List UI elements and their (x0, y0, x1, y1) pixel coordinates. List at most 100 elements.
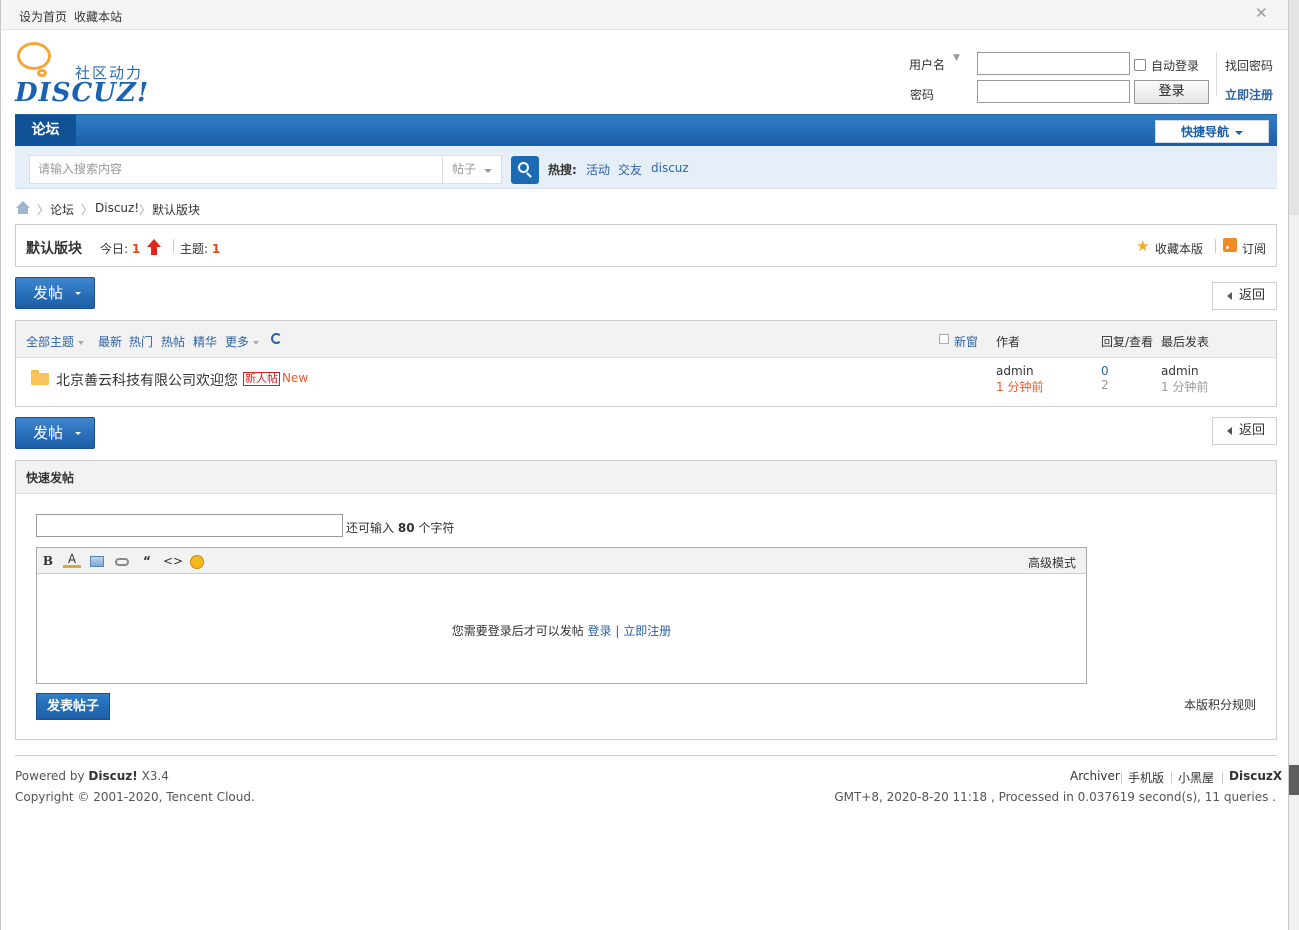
editor-toolbar: B A “ <> 高级模式 (37, 548, 1086, 574)
editor-login-link[interactable]: 登录 (588, 624, 612, 638)
top-toolbar: 设为首页 收藏本站 ✕ (1, 0, 1288, 30)
footer-divider (15, 755, 1277, 756)
favorite-forum-link[interactable]: 收藏本版 (1155, 240, 1203, 257)
quick-nav-button[interactable]: 快捷导航 (1155, 120, 1269, 143)
new-window-label[interactable]: 新窗 (954, 333, 978, 350)
password-label: 密码 (910, 88, 935, 102)
view-count: 2 (1101, 378, 1109, 392)
subscribe-link[interactable]: 订阅 (1242, 240, 1266, 257)
search-input[interactable]: 请输入搜索内容 (29, 155, 443, 184)
nav-item-forum[interactable]: 论坛 (15, 115, 76, 146)
quick-post-panel: 快速发帖 还可输入 80 个字符 B A “ <> 高级模式 您需要登录后才可以… (15, 460, 1277, 740)
back-button[interactable]: 返回 (1212, 417, 1277, 445)
search-button[interactable] (511, 156, 539, 184)
footer-link-blacklist[interactable]: 小黑屋 (1178, 769, 1214, 786)
submit-post-button[interactable]: 发表帖子 (36, 693, 110, 720)
powered-brand[interactable]: Discuz! (88, 769, 137, 783)
image-icon (90, 556, 104, 567)
speech-bubble-icon (17, 42, 51, 70)
scrollbar[interactable] (1289, 0, 1299, 930)
new-post-label: 发帖 (33, 284, 64, 302)
filter-hot[interactable]: 热帖 (161, 333, 185, 350)
credit-rules-link[interactable]: 本版积分规则 (1184, 696, 1256, 713)
reply-count[interactable]: 0 (1101, 364, 1109, 378)
image-button[interactable] (88, 552, 106, 570)
smiley-icon (190, 554, 204, 569)
search-type-select[interactable]: 帖子 (442, 155, 502, 184)
filter-popular[interactable]: 热门 (129, 333, 153, 350)
divider (173, 239, 174, 253)
login-button[interactable]: 登录 (1134, 80, 1209, 104)
chevron-left-icon (1227, 292, 1232, 300)
browser-page: 设为首页 收藏本站 ✕ 社区动力 DISCUZ! 用户名 ▼ 自动登录 找回密码… (0, 0, 1289, 930)
quote-button[interactable]: “ (138, 552, 156, 570)
home-icon[interactable] (15, 201, 31, 215)
powered-prefix: Powered by (15, 769, 85, 783)
star-icon[interactable]: ★ (1136, 237, 1149, 255)
hot-term[interactable]: 活动 (586, 161, 610, 178)
filter-more[interactable]: 更多 (225, 333, 260, 350)
main-nav: 论坛 快捷导航 (15, 114, 1277, 146)
advanced-mode-link[interactable]: 高级模式 (1028, 554, 1076, 571)
thread-author[interactable]: admin (996, 364, 1034, 378)
quick-nav-label: 快捷导航 (1180, 125, 1229, 139)
hot-term[interactable]: 交友 (618, 161, 642, 178)
rss-icon[interactable] (1223, 238, 1237, 252)
last-post-time[interactable]: 1 分钟前 (1161, 378, 1208, 395)
attachment-button[interactable] (113, 552, 131, 570)
subject-input[interactable] (36, 514, 343, 537)
footer-link-mobile[interactable]: 手机版 (1128, 769, 1164, 786)
last-post-author[interactable]: admin (1161, 364, 1199, 378)
breadcrumb-discuz[interactable]: Discuz! (95, 201, 139, 215)
collapse-icon[interactable]: ✕ (1255, 5, 1271, 21)
back-button[interactable]: 返回 (1212, 282, 1277, 310)
password-input[interactable] (977, 80, 1130, 103)
new-post-button[interactable]: 发帖 (15, 277, 95, 309)
chevron-down-icon[interactable]: ▼ (953, 53, 960, 63)
folder-icon (31, 370, 49, 385)
filter-all[interactable]: 全部主题 (26, 333, 85, 350)
divider (1121, 772, 1122, 784)
find-password-link[interactable]: 找回密码 (1225, 57, 1273, 74)
site-logo[interactable]: 社区动力 DISCUZ! (15, 40, 155, 110)
new-badge: New (282, 371, 309, 385)
footer-link-archiver[interactable]: Archiver (1070, 769, 1120, 783)
speech-bubble-tail (37, 69, 47, 77)
thread-title[interactable]: 北京善云科技有限公司欢迎您 (56, 370, 238, 390)
breadcrumb-forum[interactable]: 论坛 (50, 201, 74, 218)
remain-suffix: 个字符 (418, 521, 455, 535)
smiley-button[interactable] (188, 552, 206, 570)
register-link[interactable]: 立即注册 (1225, 86, 1273, 103)
font-color-button[interactable]: A (63, 552, 81, 568)
username-label[interactable]: 用户名 (909, 56, 945, 73)
col-replies-views: 回复/查看 (1101, 335, 1154, 349)
quote-icon: “ (143, 554, 151, 568)
auto-login-checkbox[interactable] (1134, 59, 1146, 71)
new-window-checkbox[interactable] (939, 334, 949, 344)
set-homepage-link[interactable]: 设为首页 (19, 8, 67, 25)
chevron-down-icon (1235, 130, 1243, 135)
breadcrumb-current[interactable]: 默认版块 (152, 201, 200, 218)
footer-link-discuzx[interactable]: DiscuzX (1229, 769, 1282, 783)
bold-button[interactable]: B (39, 552, 57, 570)
col-author: 作者 (996, 335, 1021, 349)
hot-term[interactable]: discuz (651, 161, 689, 175)
filter-latest[interactable]: 最新 (98, 333, 122, 350)
scrollbar-thumb[interactable] (1289, 765, 1299, 795)
scrollbar-track[interactable] (1289, 0, 1299, 215)
forum-header: 默认版块 今日: 1 主题: 1 ★ 收藏本版 订阅 (15, 224, 1277, 267)
code-icon: <> (163, 554, 184, 568)
refresh-icon[interactable] (271, 333, 282, 344)
search-bar: 请输入搜索内容 帖子 热搜: 活动 交友 discuz (15, 146, 1277, 189)
username-input[interactable] (977, 52, 1130, 75)
col-last-post: 最后发表 (1161, 335, 1210, 349)
table-row[interactable]: 北京善云科技有限公司欢迎您 新人帖 New admin 1 分钟前 0 2 ad… (16, 359, 1276, 406)
bookmark-site-link[interactable]: 收藏本站 (74, 8, 122, 25)
filter-digest[interactable]: 精华 (193, 333, 217, 350)
code-button[interactable]: <> (163, 552, 184, 570)
attachment-icon (115, 557, 129, 566)
threads-stat: 主题: 1 (180, 240, 220, 257)
editor-register-link[interactable]: 立即注册 (623, 624, 671, 638)
filter-all-label: 全部主题 (26, 335, 75, 349)
new-post-button[interactable]: 发帖 (15, 417, 95, 449)
